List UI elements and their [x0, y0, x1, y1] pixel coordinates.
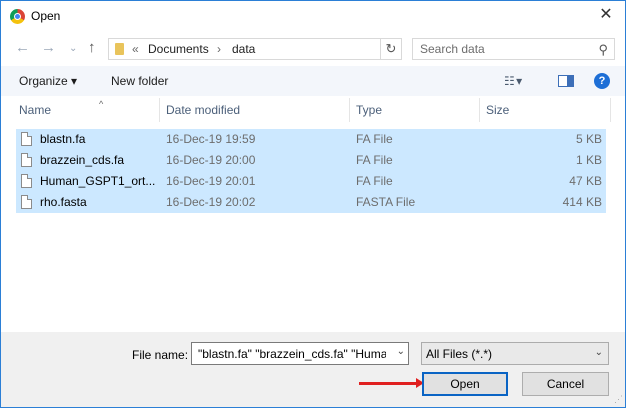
- address-bar[interactable]: « Documents › data: [108, 38, 381, 60]
- file-name: Human_GSPT1_ort...: [40, 174, 156, 188]
- column-header-type[interactable]: Type: [356, 96, 476, 122]
- file-name-input[interactable]: "blastn.fa" "brazzein_cds.fa" "Human_GSP…: [198, 347, 386, 361]
- change-view-icon[interactable]: ☷ ▾: [504, 74, 522, 88]
- file-type: FA File: [356, 174, 393, 188]
- file-name: rho.fasta: [40, 195, 87, 209]
- file-icon: [21, 132, 32, 146]
- resize-grip-icon[interactable]: ⋰: [614, 394, 623, 405]
- annotation-arrow: [359, 378, 424, 388]
- folder-icon: [115, 43, 124, 55]
- column-header-date[interactable]: Date modified: [166, 96, 348, 122]
- file-type: FA File: [356, 132, 393, 146]
- new-folder-button[interactable]: New folder: [111, 74, 168, 88]
- chevron-down-icon[interactable]: ⌄: [595, 347, 603, 358]
- preview-pane-icon[interactable]: [558, 75, 574, 87]
- file-icon: [21, 195, 32, 209]
- file-size: 414 KB: [562, 195, 602, 209]
- file-size: 5 KB: [575, 132, 602, 146]
- file-size: 47 KB: [569, 174, 602, 188]
- open-file-dialog: Open ✕ ← → ⌄ ↑ « Documents › data ↻ ⚲ Or…: [0, 0, 626, 408]
- chrome-icon: [10, 9, 25, 24]
- file-type: FASTA File: [356, 195, 416, 209]
- file-name: blastn.fa: [40, 132, 86, 146]
- breadcrumb-documents[interactable]: Documents: [148, 42, 209, 56]
- file-date: 16-Dec-19 19:59: [166, 132, 256, 146]
- file-type-filter-value: All Files (*.*): [426, 347, 493, 361]
- column-divider[interactable]: [349, 98, 350, 122]
- window-title: Open: [31, 9, 61, 23]
- file-date: 16-Dec-19 20:01: [166, 174, 256, 188]
- search-input[interactable]: [413, 39, 593, 59]
- file-size: 1 KB: [575, 153, 602, 167]
- file-row[interactable]: blastn.fa 16-Dec-19 19:59 FA File 5 KB: [16, 129, 606, 150]
- column-header-name[interactable]: ^ Name: [19, 96, 159, 122]
- file-date: 16-Dec-19 20:00: [166, 153, 256, 167]
- chevron-down-icon[interactable]: ⌄: [397, 346, 405, 357]
- up-folder-button[interactable]: ↑: [88, 40, 96, 56]
- cancel-button[interactable]: Cancel: [522, 372, 609, 396]
- file-icon: [21, 153, 32, 167]
- breadcrumb-data[interactable]: data: [232, 42, 255, 56]
- breadcrumb-separator[interactable]: ›: [217, 42, 221, 56]
- file-list[interactable]: ^ Name Date modified Type Size blastn.fa…: [1, 96, 625, 332]
- column-divider[interactable]: [479, 98, 480, 122]
- sort-ascending-icon: ^: [99, 99, 104, 109]
- forward-button[interactable]: →: [41, 40, 56, 56]
- file-type: FA File: [356, 153, 393, 167]
- navigation-bar: ← → ⌄ ↑ « Documents › data ↻ ⚲: [1, 32, 625, 66]
- file-row[interactable]: rho.fasta 16-Dec-19 20:02 FASTA File 414…: [16, 192, 606, 213]
- file-row[interactable]: brazzein_cds.fa 16-Dec-19 20:00 FA File …: [16, 150, 606, 171]
- column-divider[interactable]: [159, 98, 160, 122]
- open-button[interactable]: Open: [422, 372, 508, 396]
- file-name: brazzein_cds.fa: [40, 153, 125, 167]
- file-name-combobox[interactable]: "blastn.fa" "brazzein_cds.fa" "Human_GSP…: [191, 342, 409, 365]
- file-type-filter-select[interactable]: All Files (*.*) ⌄: [421, 342, 609, 365]
- close-button[interactable]: ✕: [591, 2, 621, 28]
- dialog-footer: File name: "blastn.fa" "brazzein_cds.fa"…: [1, 332, 625, 407]
- refresh-button[interactable]: ↻: [381, 38, 402, 60]
- file-name-label: File name:: [132, 348, 189, 362]
- column-header-size[interactable]: Size: [486, 96, 606, 122]
- search-box[interactable]: ⚲: [412, 38, 615, 60]
- breadcrumb-overflow[interactable]: «: [132, 42, 139, 56]
- recent-locations-dropdown[interactable]: ⌄: [69, 41, 77, 57]
- title-bar: Open ✕: [1, 1, 625, 31]
- file-row[interactable]: Human_GSPT1_ort... 16-Dec-19 20:01 FA Fi…: [16, 171, 606, 192]
- file-icon: [21, 174, 32, 188]
- help-icon[interactable]: ?: [594, 73, 610, 89]
- search-icon[interactable]: ⚲: [598, 42, 608, 58]
- organize-menu-button[interactable]: Organize ▾: [19, 74, 77, 88]
- command-toolbar: Organize ▾ New folder ☷ ▾ ?: [1, 66, 625, 96]
- file-date: 16-Dec-19 20:02: [166, 195, 256, 209]
- column-name-label: Name: [19, 103, 52, 117]
- back-button[interactable]: ←: [15, 40, 30, 56]
- column-divider[interactable]: [610, 98, 611, 122]
